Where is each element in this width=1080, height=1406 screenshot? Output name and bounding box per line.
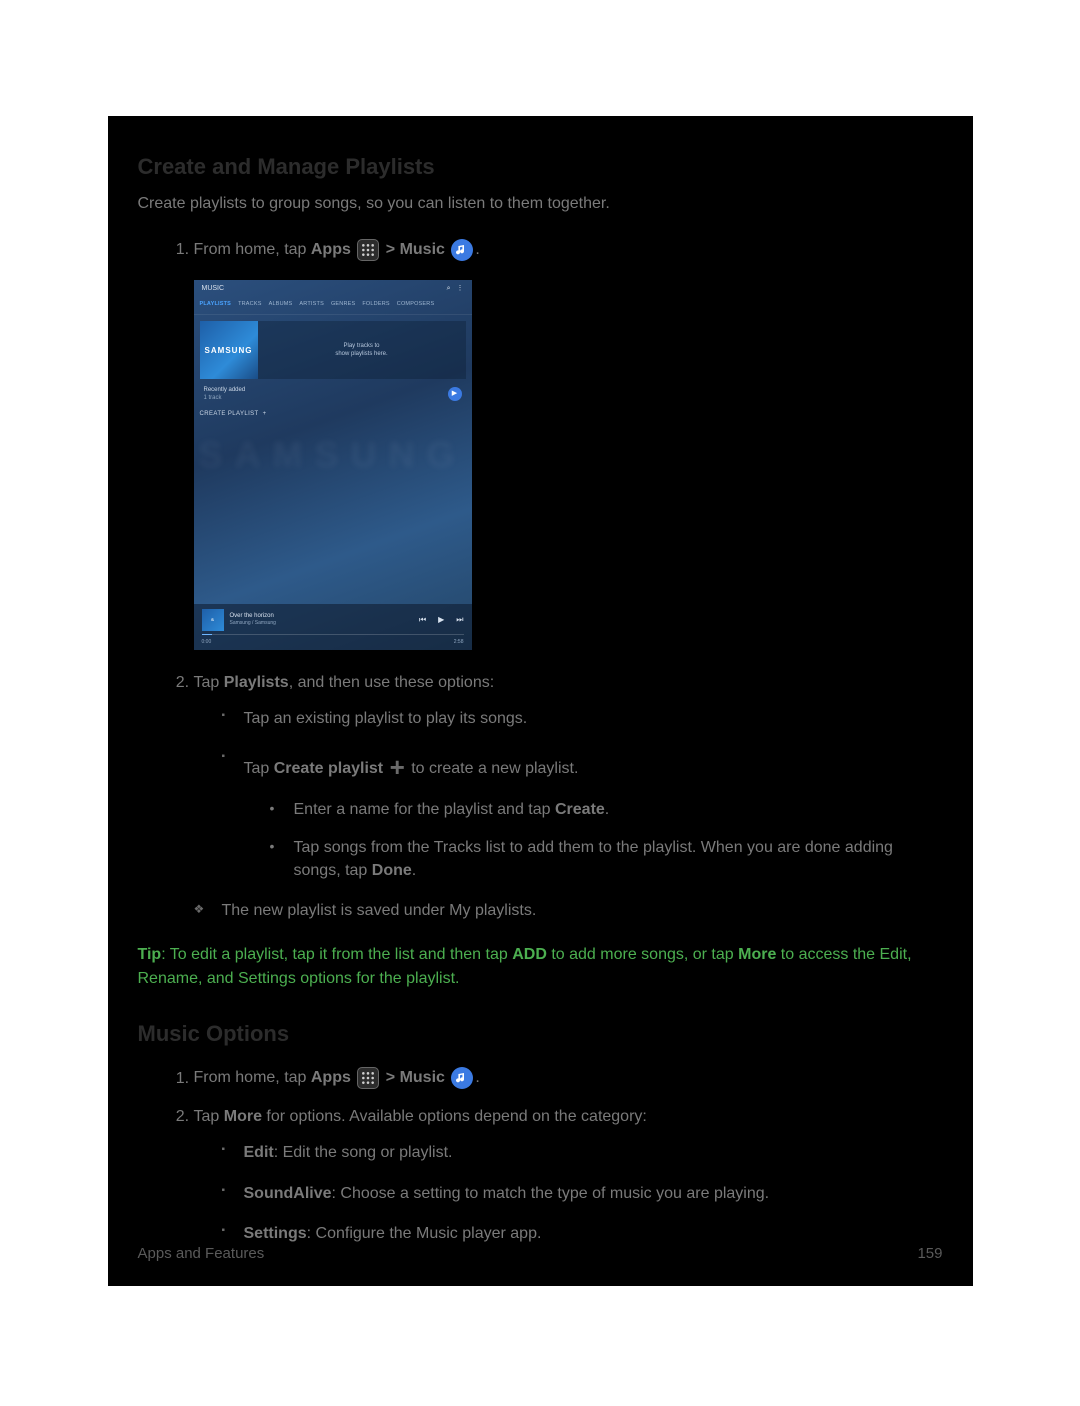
more-icon: ⋮ [457, 284, 464, 294]
empty-msg: Play tracks toshow playlists here. [258, 321, 466, 379]
option-edit: Edit: Edit the song or playlist. [222, 1142, 943, 1164]
shot-tabs: PLAYLISTS TRACKS ALBUMS ARTISTS GENRES F… [194, 298, 472, 316]
document-page: Create and Manage Playlists Create playl… [108, 116, 973, 1286]
option-existing: Tap an existing playlist to play its son… [222, 708, 943, 730]
tab-tracks: TRACKS [238, 301, 262, 309]
time-current: 0:00 [202, 639, 212, 646]
shot-title: MUSIC [202, 284, 225, 294]
heading-music-options: Music Options [138, 1019, 943, 1050]
music-icon [451, 1067, 473, 1089]
intro-text: Create playlists to group songs, so you … [138, 193, 943, 215]
saved-note: The new playlist is saved under My playl… [194, 900, 943, 922]
tab-composers: COMPOSERS [397, 301, 435, 309]
tab-folders: FOLDERS [362, 301, 389, 309]
now-playing-title: Over the horizon [230, 613, 276, 620]
apps-icon [357, 1067, 379, 1089]
page-footer: Apps and Features 159 [138, 1243, 943, 1264]
tab-playlists: PLAYLISTS [200, 301, 232, 309]
footer-section: Apps and Features [138, 1243, 265, 1264]
music-icon [451, 239, 473, 261]
step-1: From home, tap Apps > Music . MUSIC ⌕ ⋮ [194, 239, 943, 650]
now-playing-bar: S Over the horizon Samsung / Samsung ⏮ ▶… [194, 604, 472, 650]
step-1-text: From home, tap Apps > Music . [194, 241, 480, 258]
screenshot-wrap: MUSIC ⌕ ⋮ PLAYLISTS TRACKS ALBUMS ARTIST… [194, 280, 943, 650]
next-icon: ⏭ [456, 614, 463, 625]
play-pause-icon: ▶ [438, 614, 444, 625]
apps-icon [357, 239, 379, 261]
progress-bar [202, 634, 464, 635]
play-icon: ▶ [448, 387, 462, 401]
opt-step-2: Tap More for options. Available options … [194, 1106, 943, 1246]
prev-icon: ⏮ [419, 614, 426, 625]
now-playing-thumb: S [202, 609, 224, 631]
substep-name: Enter a name for the playlist and tap Cr… [270, 799, 943, 821]
watermark: SAMSUNG [194, 430, 472, 480]
playlists-steps: From home, tap Apps > Music . MUSIC ⌕ ⋮ [138, 239, 943, 882]
option-soundalive: SoundAlive: Choose a setting to match th… [222, 1183, 943, 1205]
step-2: Tap Playlists, and then use these option… [194, 672, 943, 882]
tab-genres: GENRES [331, 301, 355, 309]
substep-add-songs: Tap songs from the Tracks list to add th… [270, 837, 943, 882]
now-playing-sub: Samsung / Samsung [230, 620, 276, 626]
plus-icon: + [263, 410, 267, 418]
create-substeps: Enter a name for the playlist and tap Cr… [244, 799, 943, 882]
result-note: The new playlist is saved under My playl… [138, 900, 943, 922]
option-create: Tap Create playlist + to create a new pl… [222, 749, 943, 883]
plus-icon: + [388, 752, 407, 782]
tab-artists: ARTISTS [299, 301, 324, 309]
recently-added-row: Recently added 1 track ▶ [200, 384, 466, 404]
step-2-options: Tap an existing playlist to play its son… [194, 708, 943, 882]
album-cover: SAMSUNG [200, 321, 258, 379]
options-steps: From home, tap Apps > Music . Tap More f… [138, 1067, 943, 1245]
create-playlist-row: CREATE PLAYLIST + [200, 410, 466, 418]
time-total: 2:58 [454, 639, 464, 646]
options-list: Edit: Edit the song or playlist. SoundAl… [194, 1142, 943, 1245]
search-icon: ⌕ [447, 284, 451, 294]
tab-albums: ALBUMS [269, 301, 293, 309]
footer-page-number: 159 [917, 1243, 942, 1264]
tip-box: Tip: To edit a playlist, tap it from the… [138, 943, 943, 991]
opt-step-1: From home, tap Apps > Music . [194, 1067, 943, 1090]
heading-playlists: Create and Manage Playlists [138, 152, 943, 183]
music-app-screenshot: MUSIC ⌕ ⋮ PLAYLISTS TRACKS ALBUMS ARTIST… [194, 280, 472, 650]
